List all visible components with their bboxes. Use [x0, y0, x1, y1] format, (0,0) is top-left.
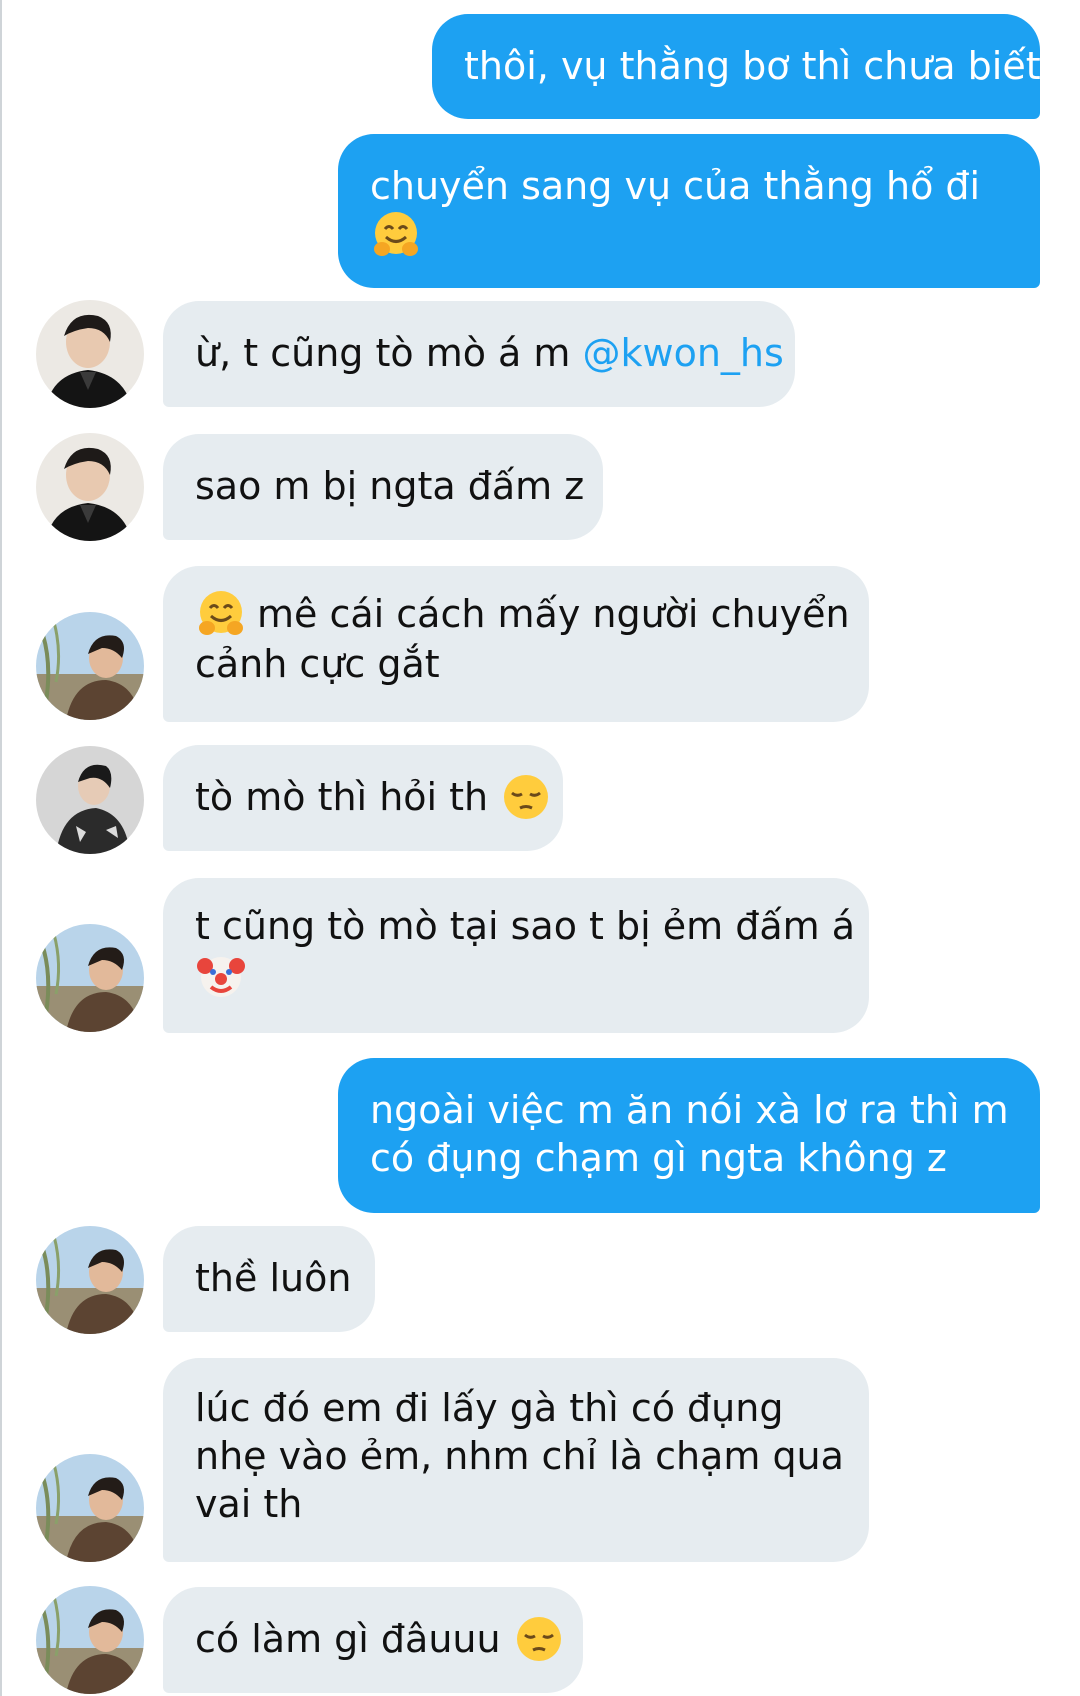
avatar-user-b[interactable]	[36, 924, 144, 1032]
incoming-message-bubble[interactable]: tò mò thì hỏi th	[163, 745, 563, 851]
avatar-user-a[interactable]	[36, 300, 144, 408]
hugging-face-emoji-icon	[370, 209, 422, 261]
incoming-message-bubble[interactable]: t cũng tò mò tại sao t bị ẻm đấm á	[163, 878, 869, 1033]
avatar-user-a[interactable]	[36, 433, 144, 541]
incoming-message-bubble[interactable]: ừ, t cũng tò mò á m @kwon_hs	[163, 301, 795, 407]
pensive-face-emoji-icon	[513, 1613, 565, 1665]
message-text: ừ, t cũng tò mò á m @kwon_hs	[195, 329, 784, 377]
incoming-message-bubble[interactable]: lúc đó em đi lấy gà thì có đụng nhẹ vào …	[163, 1358, 869, 1562]
message-text: cảnh cực gắt	[195, 641, 440, 686]
message-text: sao m bị ngta đấm z	[195, 464, 585, 508]
avatar-user-c[interactable]	[36, 746, 144, 854]
message-text: chuyển sang vụ của thằng hổ đi	[370, 164, 981, 208]
message-text-body: ừ, t cũng tò mò á m	[195, 331, 583, 375]
message-text: tò mò thì hỏi th	[195, 775, 501, 819]
avatar-user-b[interactable]	[36, 1454, 144, 1562]
incoming-message-bubble[interactable]: sao m bị ngta đấm z	[163, 434, 603, 540]
message-text: ngoài việc m ăn nói xà lơ ra thì m	[370, 1088, 1009, 1132]
clown-face-emoji-icon	[195, 950, 247, 1002]
chat-thread: thôi, vụ thằng bơ thì chưa biết chuyển s…	[0, 0, 1080, 1696]
incoming-message-bubble[interactable]: có làm gì đâuuu	[163, 1587, 583, 1693]
incoming-message-bubble[interactable]: mê cái cách mấy người chuyển cảnh cực gắ…	[163, 566, 869, 722]
avatar-user-b[interactable]	[36, 1226, 144, 1334]
message-text-line: tò mò thì hỏi th	[195, 773, 549, 823]
message-text: mê cái cách mấy người chuyển	[257, 592, 850, 636]
outgoing-message-bubble[interactable]: ngoài việc m ăn nói xà lơ ra thì m có đụ…	[338, 1058, 1040, 1213]
message-text: có làm gì đâuuu	[195, 1617, 513, 1661]
message-text: nhẹ vào ẻm, nhm chỉ là chạm qua	[195, 1434, 844, 1478]
outgoing-message-bubble[interactable]: thôi, vụ thằng bơ thì chưa biết	[432, 14, 1041, 119]
message-text-line: có làm gì đâuuu	[195, 1615, 561, 1665]
outgoing-message-bubble[interactable]: chuyển sang vụ của thằng hổ đi	[338, 134, 1040, 288]
message-text-line: mê cái cách mấy người chuyển	[195, 588, 850, 640]
message-text: vai th	[195, 1482, 303, 1526]
message-text: lúc đó em đi lấy gà thì có đụng	[195, 1386, 784, 1430]
user-mention-link[interactable]: @kwon_hs	[583, 331, 784, 375]
left-edge-divider	[0, 0, 2, 1696]
message-text: thôi, vụ thằng bơ thì chưa biết	[464, 44, 1041, 88]
incoming-message-bubble[interactable]: thề luôn	[163, 1226, 375, 1332]
hugging-face-emoji-icon	[195, 588, 247, 640]
message-text: thề luôn	[195, 1256, 352, 1300]
message-text: t cũng tò mò tại sao t bị ẻm đấm á	[195, 904, 856, 948]
avatar-user-b[interactable]	[36, 612, 144, 720]
message-text: có đụng chạm gì ngta không z	[370, 1136, 947, 1180]
avatar-user-b[interactable]	[36, 1586, 144, 1694]
pensive-face-emoji-icon	[500, 771, 552, 823]
